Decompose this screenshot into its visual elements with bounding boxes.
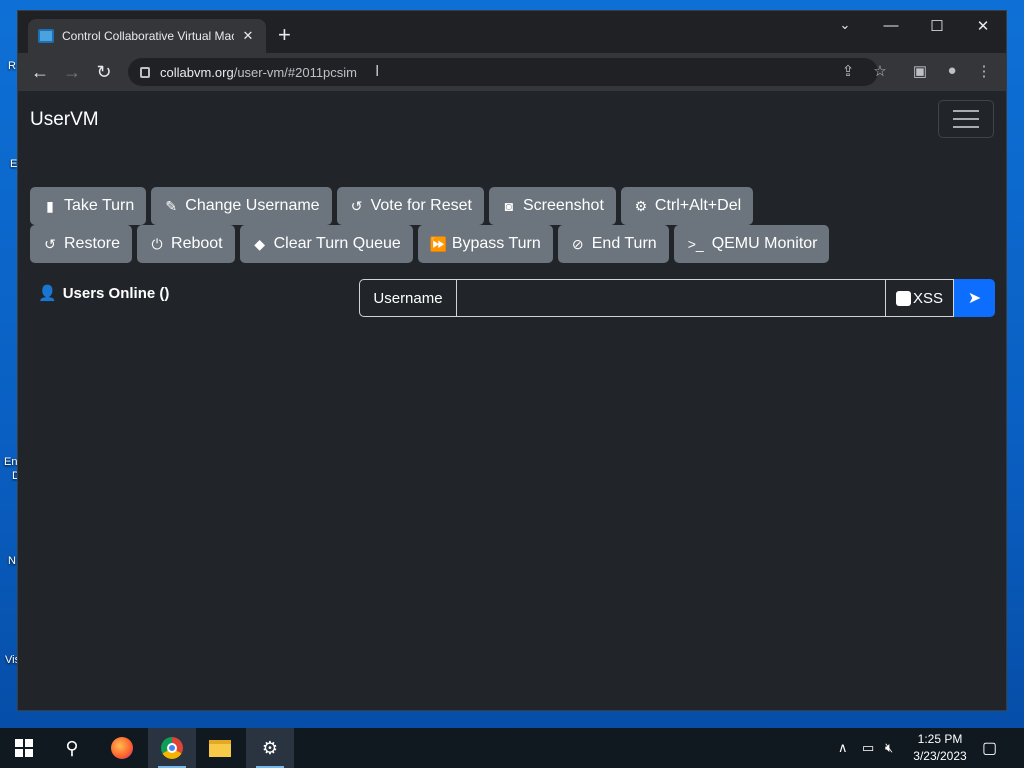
camera-icon: ◙ (504, 198, 514, 214)
screenshot-button[interactable]: ◙ Screenshot (488, 187, 616, 225)
forward-icon: ⏩ (429, 235, 448, 252)
rotate-left-icon: ↺ (350, 197, 363, 214)
close-icon[interactable]: ✕ (240, 28, 256, 44)
clear-turn-queue-button[interactable]: ◆ Clear Turn Queue (239, 225, 413, 263)
vote-reset-button[interactable]: ↺ Vote for Reset (336, 187, 484, 225)
username-label[interactable]: Username (359, 279, 456, 317)
url-text: collabvm.org/user-vm/#2011pcsim (160, 64, 358, 80)
minimize-icon[interactable]: — (876, 17, 906, 34)
send-button[interactable]: ➤ (954, 279, 995, 317)
address-bar[interactable]: collabvm.org/user-vm/#2011pcsim I (128, 58, 878, 86)
forward-arrow-icon[interactable]: → (60, 61, 84, 83)
gear-icon: ⚙ (634, 197, 648, 214)
power-icon: ⏻ (151, 235, 163, 252)
xss-label: XSS (912, 289, 943, 307)
bypass-turn-button[interactable]: ⏩ Bypass Turn (417, 225, 553, 263)
page-content: UserVM ▮ Take Turn ✎ Change Username ↺ Vote… (18, 91, 1006, 710)
change-username-button[interactable]: ✎ Change Username (151, 187, 332, 225)
monitor-icon (38, 29, 54, 43)
desktop-icon-label[interactable]: N (8, 555, 16, 567)
rotate-left-icon: ↺ (44, 235, 56, 252)
tab-strip: Control Collaborative Virtual Machine ✕ … (18, 11, 1006, 53)
hamburger-line (953, 118, 979, 120)
browser-window: Control Collaborative Virtual Machine ✕ … (17, 10, 1007, 711)
clock-time: 1:25 PM (917, 732, 963, 746)
chat-input[interactable] (456, 279, 886, 317)
taskbar: ⚲ ⚙ ∧ ▭ 🔇︎ 1:25 PM 3/23/2023 ▢ (0, 728, 1024, 768)
maximize-icon[interactable]: ☐ (922, 17, 952, 35)
desktop-icon-label[interactable]: R (8, 60, 16, 72)
lock-icon (140, 66, 150, 78)
volume-muted-icon[interactable]: 🔇︎ (885, 728, 893, 768)
back-arrow-icon[interactable]: ← (28, 61, 52, 83)
network-icon[interactable]: ▭ (862, 728, 874, 768)
window-close-icon[interactable]: ✕ (968, 17, 998, 35)
share-icon[interactable]: ⇪ (836, 62, 860, 80)
notification-icon[interactable]: ▢ (982, 728, 997, 768)
firefox-icon[interactable] (98, 728, 146, 768)
hamburger-line (953, 110, 979, 112)
menu-icon[interactable]: ⋮ (972, 62, 996, 80)
ban-icon: ⊘ (571, 235, 584, 252)
reboot-button[interactable]: ⏻ Reboot (137, 225, 235, 263)
navbar: UserVM (18, 91, 1006, 147)
star-icon[interactable]: ☆ (868, 62, 892, 80)
side-panel-icon[interactable]: ▣ (908, 62, 932, 80)
xss-checkbox[interactable] (895, 290, 911, 306)
qemu-monitor-button[interactable]: >_ QEMU Monitor (673, 225, 830, 263)
terminal-icon: >_ (687, 236, 704, 252)
take-turn-button[interactable]: ▮ Take Turn (30, 187, 147, 225)
search-icon[interactable]: ⚲ (48, 728, 96, 768)
clock-date: 3/23/2023 (913, 749, 967, 763)
users-online-heading: 👤 Users Online () (38, 284, 170, 303)
eraser-icon: ◆ (254, 235, 266, 252)
chrome-icon[interactable] (148, 728, 196, 768)
end-turn-button[interactable]: ⊘ End Turn (557, 225, 669, 263)
profile-icon[interactable]: ● (940, 62, 964, 79)
desktop-icon-label[interactable]: En (4, 456, 17, 468)
text-cursor-icon: I (375, 63, 380, 80)
brand[interactable]: UserVM (30, 109, 99, 131)
ctrl-alt-del-button[interactable]: ⚙ Ctrl+Alt+Del (620, 187, 754, 225)
clock[interactable]: 1:25 PM 3/23/2023 (905, 731, 975, 765)
navbar-toggler[interactable] (938, 100, 994, 138)
vm-buttons-row-2: ↺ Restore ⏻ Reboot ◆ Clear Turn Queue ⏩ Bypa… (30, 225, 830, 263)
hamburger-line (953, 126, 979, 128)
mouse-icon: ▮ (46, 197, 54, 214)
settings-gear-icon[interactable]: ⚙ (246, 728, 294, 768)
browser-toolbar: ← → ↻ collabvm.org/user-vm/#2011pcsim I … (18, 53, 1006, 91)
tab-title: Control Collaborative Virtual Machine (62, 29, 234, 43)
user-icon: 👤 (38, 285, 57, 302)
user-edit-icon: ✎ (165, 197, 178, 214)
chat-input-group: Username XSS ➤ (359, 279, 995, 317)
reload-icon[interactable]: ↻ (92, 61, 116, 83)
vm-buttons-row-1: ▮ Take Turn ✎ Change Username ↺ Vote for Re… (30, 187, 754, 225)
restore-button[interactable]: ↺ Restore (30, 225, 133, 263)
xss-toggle[interactable]: XSS (886, 279, 954, 317)
new-tab-button[interactable]: + (278, 24, 291, 46)
windows-start-icon[interactable] (0, 728, 48, 768)
browser-tab[interactable]: Control Collaborative Virtual Machine ✕ (28, 19, 266, 53)
tab-search-icon[interactable]: ⌄ (830, 17, 860, 33)
tray-chevron-icon[interactable]: ∧ (838, 728, 848, 768)
paper-plane-icon: ➤ (967, 290, 982, 307)
file-explorer-icon[interactable] (196, 728, 244, 768)
